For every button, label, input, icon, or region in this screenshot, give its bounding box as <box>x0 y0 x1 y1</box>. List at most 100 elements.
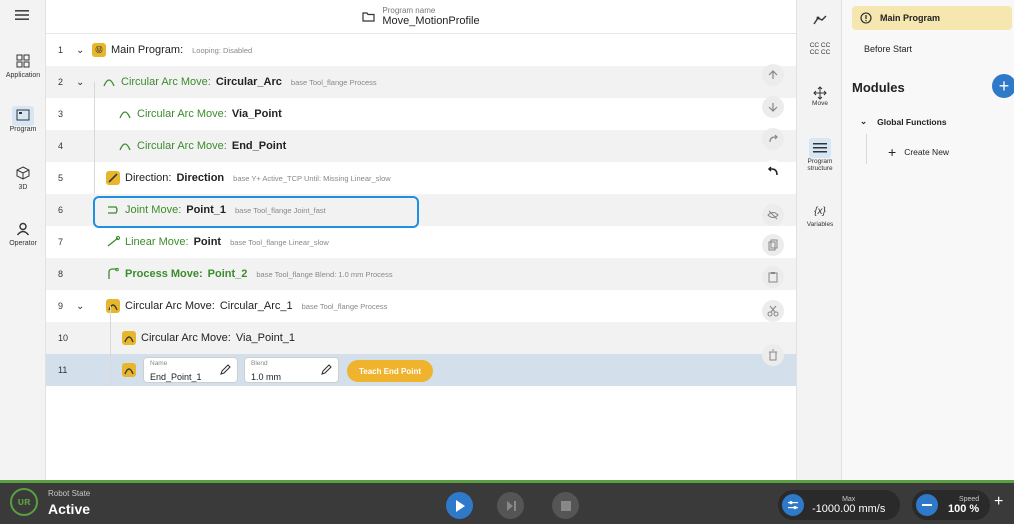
delete-button[interactable] <box>762 344 784 366</box>
move-down-button[interactable] <box>762 96 784 118</box>
chevron-down-icon[interactable]: ⌄ <box>76 77 84 88</box>
tree-row-4[interactable]: 4 Circular Arc Move: End_Point <box>46 130 796 162</box>
selection-highlight <box>93 196 419 228</box>
cc-icon-line-2: CC CC <box>809 49 831 57</box>
row-meta: Looping: Disabled <box>192 45 253 55</box>
play-button[interactable] <box>446 492 473 519</box>
pencil-icon[interactable] <box>219 364 231 376</box>
before-start-item[interactable]: Before Start <box>864 44 912 54</box>
move-label: Move <box>812 100 828 107</box>
add-module-button[interactable]: + <box>992 74 1014 98</box>
nav-operator[interactable]: Operator <box>0 220 46 247</box>
person-icon <box>16 222 30 236</box>
robot-view-button[interactable] <box>797 14 843 28</box>
circular-arc-icon <box>122 331 136 345</box>
tree-row-2[interactable]: 2 ⌄ Circular Arc Move: Circular_Arc base… <box>46 66 796 98</box>
tree-row-3[interactable]: 3 Circular Arc Move: Via_Point <box>46 98 796 130</box>
tree-row-9[interactable]: 9 ⌄ Circular Arc Move: Circular_Arc_1 ba… <box>46 290 796 322</box>
eye-off-icon <box>767 210 779 220</box>
arrow-up-icon <box>768 70 778 79</box>
nav-3d[interactable]: 3D <box>0 164 46 191</box>
nav-program-label: Program <box>9 126 37 133</box>
tree-row-1[interactable]: 1 ⌄ Ⓤ Main Program: Looping: Disabled <box>46 34 796 66</box>
undo-button[interactable] <box>762 160 784 182</box>
redo-button[interactable] <box>762 128 784 150</box>
program-structure-button[interactable]: Program structure <box>797 138 843 172</box>
step-icon <box>506 500 516 511</box>
program-tree: 1 ⌄ Ⓤ Main Program: Looping: Disabled 2 … <box>46 34 796 480</box>
main-program-item[interactable]: Main Program <box>852 6 1012 30</box>
max-speed-control[interactable]: Max -1000.00 mm/s <box>778 490 900 520</box>
move-button[interactable]: Move <box>797 86 843 107</box>
stop-button[interactable] <box>552 492 579 519</box>
chevron-down-icon[interactable]: ⌄ <box>76 301 84 312</box>
main-program-label: Main Program <box>880 13 941 23</box>
step-button[interactable] <box>497 492 524 519</box>
blend-field-value: 1.0 mm <box>251 372 282 382</box>
row-kind: Process Move: <box>125 268 203 280</box>
tree-row-10[interactable]: 10 Circular Arc Move: Via_Point_1 <box>46 322 796 354</box>
cut-button[interactable] <box>762 300 784 322</box>
circular-arc-icon <box>103 79 115 87</box>
grid-icon <box>16 54 30 68</box>
menu-icon[interactable] <box>14 8 30 27</box>
circular-arc-icon <box>122 363 136 377</box>
circular-arc-icon <box>119 143 131 151</box>
blend-field[interactable]: Blend 1.0 mm <box>244 357 339 383</box>
scissors-icon <box>767 305 779 317</box>
max-value: -1000.00 mm/s <box>812 502 886 515</box>
move-up-button[interactable] <box>762 64 784 86</box>
name-field[interactable]: Name End_Point_1 <box>143 357 238 383</box>
row-name: Point_2 <box>207 268 248 280</box>
row-kind: Main Program: <box>111 44 184 56</box>
speed-control[interactable]: Speed 100 % <box>912 490 990 520</box>
tree-row-5[interactable]: 5 Direction: Direction base Y+ Active_TC… <box>46 162 796 194</box>
minus-icon[interactable] <box>916 494 938 516</box>
modules-title: Modules <box>852 80 905 95</box>
row-kind: Circular Arc Move: <box>141 332 231 344</box>
create-new-button[interactable]: + Create New <box>888 144 949 160</box>
nav-operator-label: Operator <box>9 240 37 247</box>
row-number: 1 <box>58 45 64 55</box>
variables-label: Variables <box>806 221 834 228</box>
row-kind: Direction: <box>125 172 172 184</box>
process-move-icon <box>108 268 119 279</box>
global-functions-item[interactable]: ⌄ Global Functions <box>860 116 947 127</box>
copy-icon <box>768 239 778 251</box>
pencil-icon[interactable] <box>320 364 332 376</box>
nav-application[interactable]: Application <box>0 52 46 79</box>
row-meta: base Tool_flange Process <box>290 77 377 87</box>
global-functions-label: Global Functions <box>877 116 947 127</box>
right-nav: CC CC CC CC Move Program structure {x} V… <box>796 0 842 480</box>
row-kind: Circular Arc Move: <box>121 76 211 88</box>
ur-logo-icon: ᴜʀ <box>10 488 38 516</box>
copy-button[interactable] <box>762 234 784 256</box>
tree-guide-line <box>866 134 867 164</box>
row-number: 9 <box>58 301 64 311</box>
folder-icon <box>362 12 375 22</box>
hide-button[interactable] <box>762 204 784 226</box>
name-field-value: End_Point_1 <box>150 372 202 382</box>
chevron-down-icon[interactable]: ⌄ <box>76 45 84 56</box>
program-name-field[interactable]: Program name Move_MotionProfile <box>362 6 480 27</box>
paste-button[interactable] <box>762 266 784 288</box>
tree-row-7[interactable]: 7 Linear Move: Point base Tool_flange Li… <box>46 226 796 258</box>
row-name: Circular_Arc <box>215 76 282 88</box>
robot-state-value[interactable]: Active <box>48 501 90 517</box>
cc-button[interactable]: CC CC CC CC <box>797 42 843 56</box>
program-header: Program name Move_MotionProfile <box>46 0 796 34</box>
variables-icon: {x} <box>814 206 826 217</box>
plus-icon[interactable]: + <box>994 493 1003 511</box>
variables-button[interactable]: {x} Variables <box>797 206 843 228</box>
plus-icon: + <box>888 144 897 160</box>
tree-row-8[interactable]: 8 Process Move: Point_2 base Tool_flange… <box>46 258 796 290</box>
circular-arc-icon <box>106 299 120 313</box>
paste-icon <box>768 272 778 283</box>
robot-state-label: Robot State <box>48 489 91 498</box>
teach-end-point-button[interactable]: Teach End Point <box>347 360 433 382</box>
tree-guide-line <box>94 82 95 194</box>
nav-program[interactable]: Program <box>0 106 46 133</box>
row-name: Direction <box>176 172 225 184</box>
robot-icon <box>813 15 827 25</box>
sliders-icon[interactable] <box>782 494 804 516</box>
